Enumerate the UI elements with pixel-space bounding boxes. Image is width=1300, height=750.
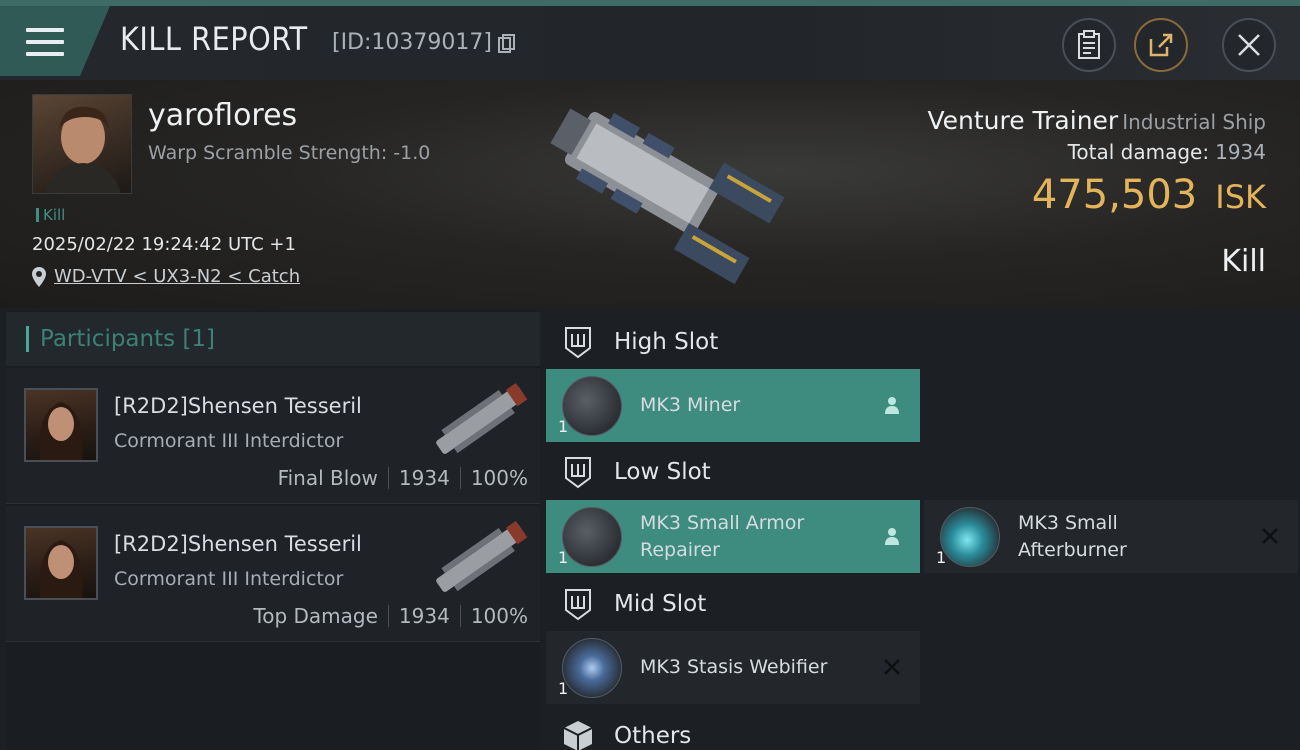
participant-role: Top Damage (253, 604, 378, 628)
total-damage-value: 1934 (1215, 140, 1266, 164)
kill-datetime: 2025/02/22 19:24:42 UTC +1 (32, 234, 296, 255)
victim-portrait (32, 94, 132, 194)
high-slot-label: High Slot (614, 329, 719, 355)
miner-module-icon (562, 376, 622, 436)
kill-location[interactable]: WD-VTV < UX3-N2 < Catch (32, 266, 300, 287)
participant-avatar (24, 388, 98, 462)
participants-count: [1] (182, 326, 216, 352)
participants-title: Participants (40, 326, 176, 352)
module-quantity: 1 (936, 548, 947, 567)
participant-ship: Cormorant III Interdictor (114, 430, 344, 452)
participant-ship: Cormorant III Interdictor (114, 568, 344, 590)
mid-slot-label: Mid Slot (614, 591, 707, 617)
participant-percent: 100% (470, 604, 528, 628)
total-damage: Total damage: 1934 (1068, 140, 1266, 164)
participant-damage: 1934 (398, 466, 450, 490)
participant-stats: Top Damage 1934 100% (253, 604, 528, 628)
copy-icon[interactable] (498, 34, 516, 54)
module-quantity: 1 (558, 679, 569, 698)
location-link[interactable]: WD-VTV < UX3-N2 < Catch (54, 266, 300, 287)
participant-ship-image (436, 382, 528, 454)
page-title: KILL REPORT (120, 20, 308, 58)
module-mk3-stasis-webifier[interactable]: 1 MK3 Stasis Webifier (546, 631, 920, 704)
module-name: MK3 Small Armor Repairer (640, 512, 805, 561)
armor-repairer-module-icon (562, 507, 622, 567)
module-name: MK3 Stasis Webifier (640, 656, 828, 678)
share-button[interactable] (1134, 18, 1188, 72)
report-id: [ID:10379017] (332, 30, 492, 55)
stasis-webifier-module-icon (562, 638, 622, 698)
close-icon (1238, 34, 1260, 56)
kill-tag: Kill (36, 206, 65, 224)
participant-avatar (24, 526, 98, 600)
others-header: Others (560, 708, 691, 750)
participant-row[interactable]: [R2D2]Shensen Tesseril Cormorant III Int… (6, 506, 540, 642)
module-name: MK3 Small Afterburner (1018, 512, 1127, 561)
participant-role: Final Blow (277, 466, 378, 490)
participant-stats: Final Blow 1934 100% (278, 466, 528, 490)
high-slot-header: High Slot (560, 314, 718, 370)
participant-percent: 100% (470, 466, 528, 490)
victim-ship-image (550, 108, 785, 285)
low-slot-header: Low Slot (560, 444, 711, 500)
isk-amount: 475,503 (1031, 172, 1198, 218)
isk-value: 475,503 ISK (1032, 172, 1266, 218)
clipboard-icon (1078, 30, 1100, 59)
share-icon (1149, 33, 1173, 57)
mid-slot-icon (565, 589, 591, 621)
person-icon (885, 397, 899, 414)
afterburner-module-icon (940, 507, 1000, 567)
module-quantity: 1 (558, 417, 569, 436)
module-mk3-small-afterburner[interactable]: 1 MK3 Small Afterburner (924, 500, 1298, 573)
location-pin-icon (32, 266, 46, 287)
isk-unit: ISK (1215, 178, 1266, 216)
ship-class: Industrial Ship (1122, 110, 1266, 134)
close-button[interactable] (1222, 18, 1276, 72)
ship-name: Venture Trainer (927, 106, 1119, 135)
participant-damage: 1934 (398, 604, 450, 628)
module-mk3-small-armor-repairer[interactable]: 1 MK3 Small Armor Repairer (546, 500, 920, 573)
module-quantity: 1 (558, 548, 569, 567)
high-slot-icon (565, 327, 591, 359)
result-label: Kill (1221, 244, 1266, 279)
pilot-name[interactable]: yaroflores (148, 98, 297, 133)
module-name: MK3 Miner (640, 394, 741, 416)
clipboard-button[interactable] (1062, 18, 1116, 72)
victim-ship[interactable]: Venture Trainer Industrial Ship (927, 106, 1266, 135)
close-icon (1262, 528, 1278, 544)
participant-ship-image (436, 520, 528, 592)
others-label: Others (614, 723, 692, 749)
close-icon (884, 659, 900, 675)
cube-icon (563, 721, 593, 750)
low-slot-icon (565, 457, 591, 489)
participant-name: [R2D2]Shensen Tesseril (114, 532, 362, 556)
participants-header: Participants [1] (6, 312, 540, 366)
hamburger-icon (26, 28, 64, 56)
participant-name: [R2D2]Shensen Tesseril (114, 394, 362, 418)
person-icon (885, 528, 899, 545)
low-slot-label: Low Slot (614, 459, 711, 485)
warp-scramble-strength: Warp Scramble Strength: -1.0 (148, 142, 431, 164)
participant-row[interactable]: [R2D2]Shensen Tesseril Cormorant III Int… (6, 368, 540, 504)
mid-slot-header: Mid Slot (560, 576, 706, 632)
total-damage-label: Total damage: (1067, 140, 1210, 164)
module-mk3-miner[interactable]: 1 MK3 Miner (546, 369, 920, 442)
